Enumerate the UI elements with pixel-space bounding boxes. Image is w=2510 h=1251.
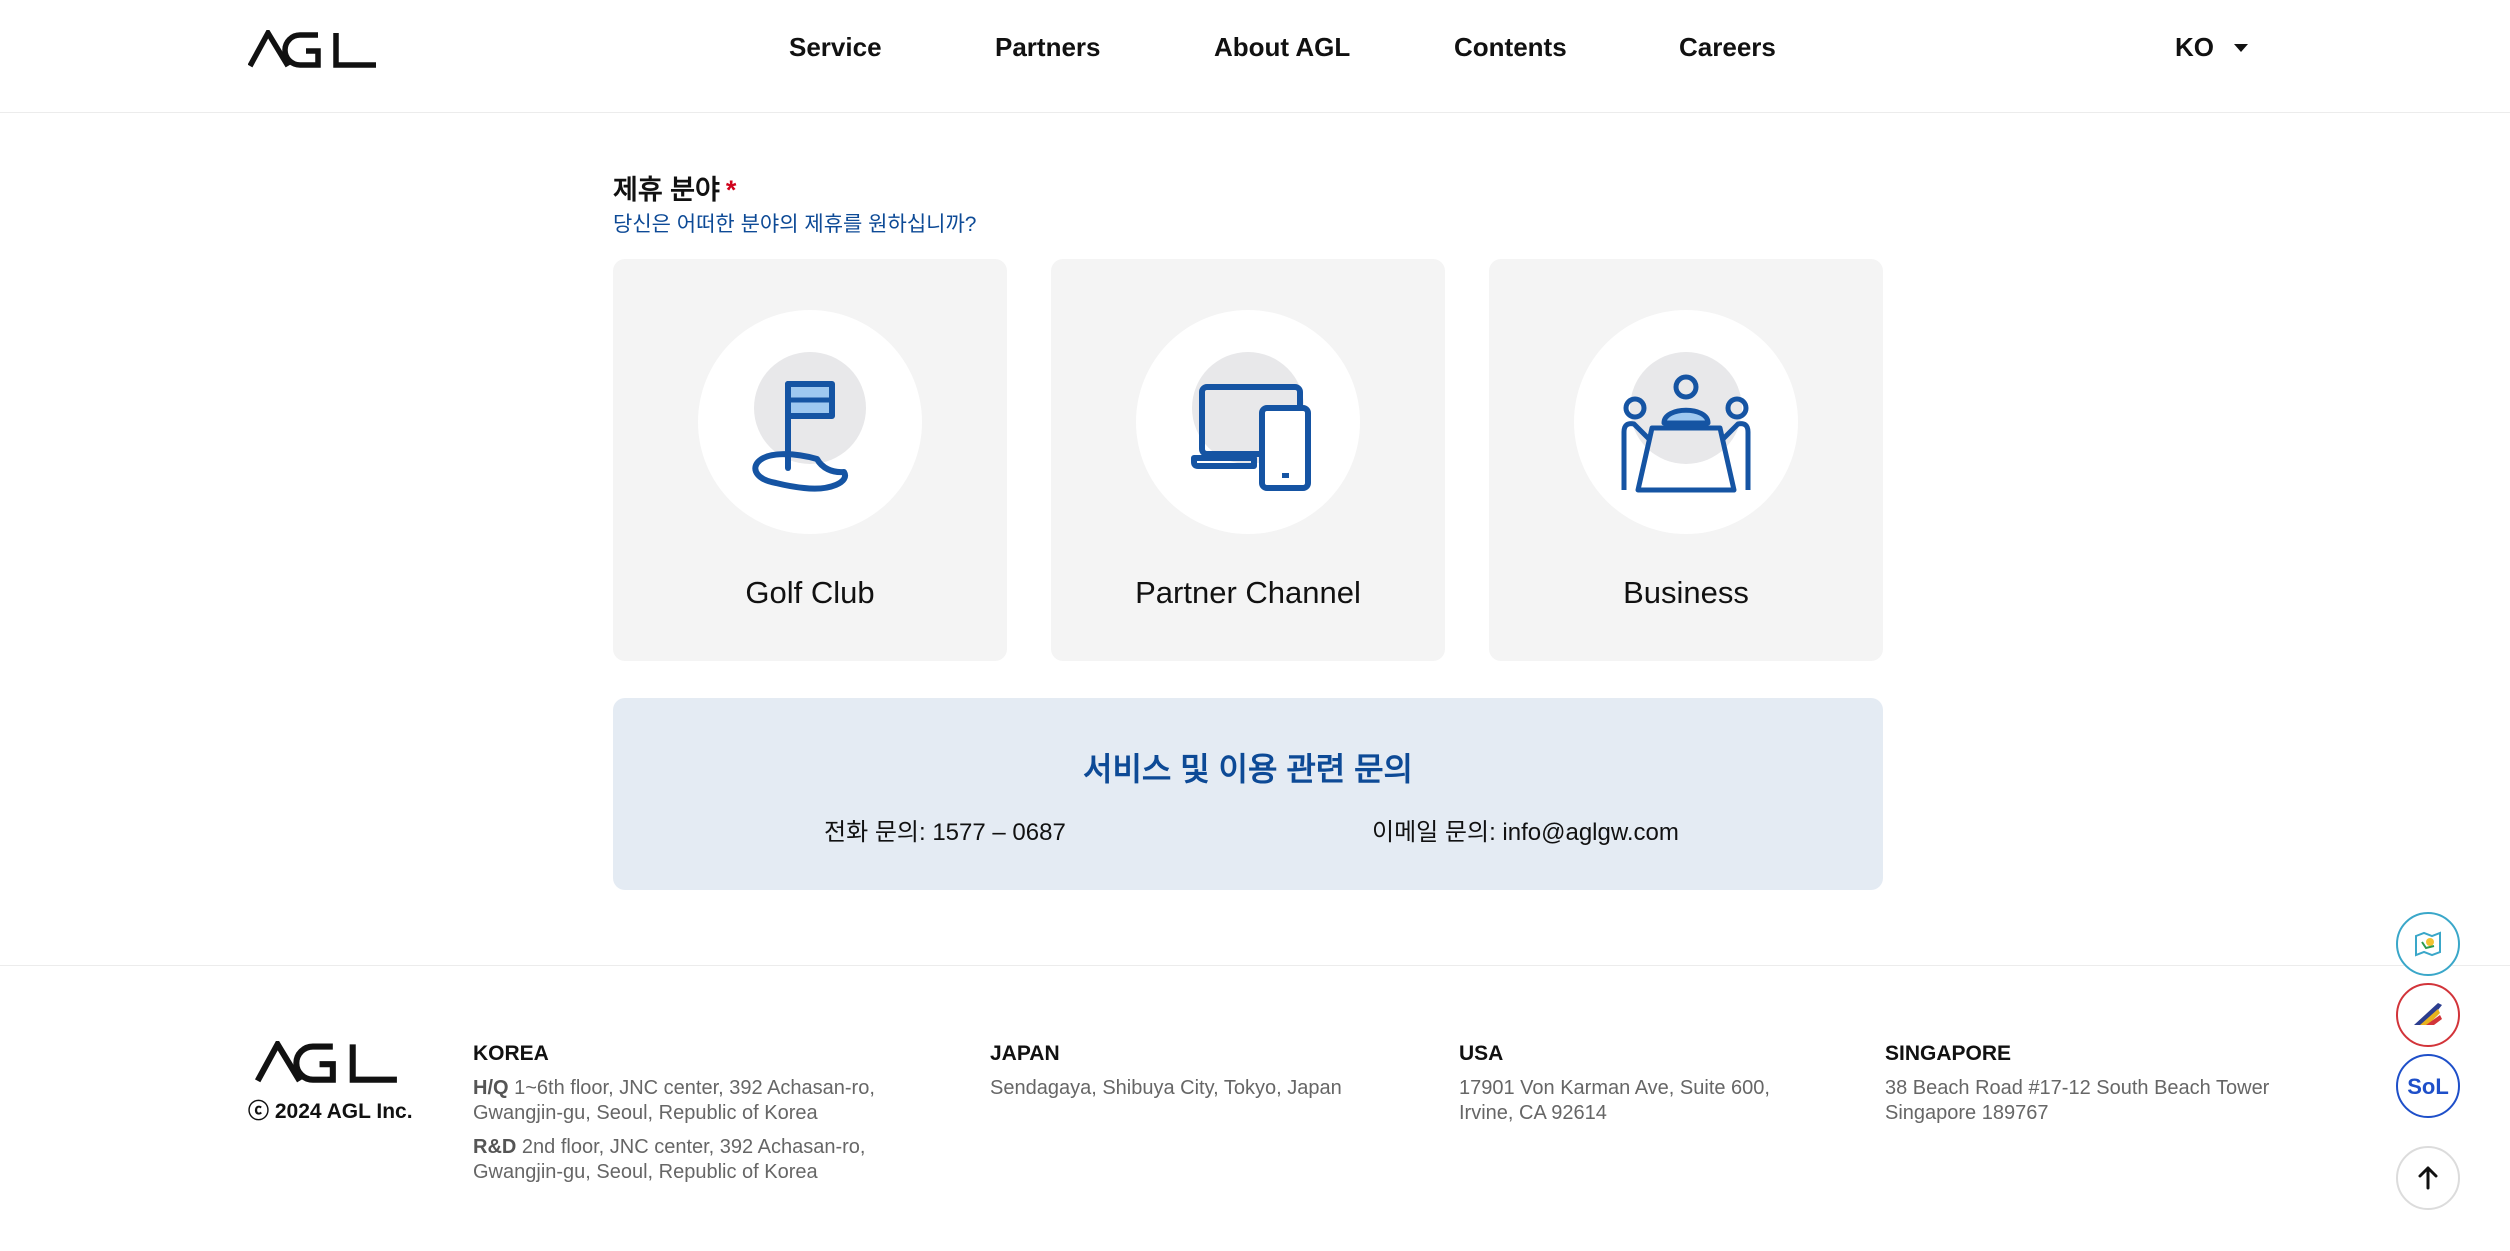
option-card-partner-channel[interactable]: Partner Channel	[1051, 259, 1445, 661]
address-line: 1~6th floor, JNC center, 392 Achasan-ro,	[514, 1077, 875, 1099]
meeting-icon	[1621, 374, 1751, 493]
icon-circle	[1136, 310, 1360, 534]
inquiry-title: 서비스 및 이용 관련 문의	[1083, 751, 1413, 787]
airline-button[interactable]	[2396, 983, 2460, 1047]
office-name: JAPAN	[990, 1042, 1060, 1065]
language-label: KO	[2175, 32, 2214, 62]
address-line: Irvine, CA 92614	[1459, 1102, 1607, 1124]
address-line: Gwangjin-gu, Seoul, Republic of Korea	[473, 1161, 818, 1183]
sol-button[interactable]: SoL	[2396, 1054, 2460, 1118]
office-address-hq: H/Q 1~6th floor, JNC center, 392 Achasan…	[473, 1076, 875, 1126]
phone-label: 전화 문의:	[824, 819, 926, 846]
office-name: USA	[1459, 1042, 1504, 1065]
nav-about[interactable]: About AGL	[1214, 32, 1350, 63]
email-label: 이메일 문의:	[1372, 819, 1496, 846]
option-card-business[interactable]: Business	[1489, 259, 1883, 661]
inquiry-phone: 전화 문의: 1577 – 0687	[824, 812, 1066, 847]
address-line: Gwangjin-gu, Seoul, Republic of Korea	[473, 1102, 818, 1124]
chevron-down-icon	[2234, 43, 2248, 52]
agl-logo[interactable]	[248, 30, 382, 68]
nav-partners[interactable]: Partners	[995, 32, 1101, 63]
golf-flag-icon	[752, 381, 848, 492]
phone-number-link[interactable]: 1577 – 0687	[932, 819, 1065, 846]
card-label: Partner Channel	[1135, 575, 1361, 610]
card-label: Business	[1623, 575, 1749, 610]
inquiry-email: 이메일 문의: info@aglgw.com	[1372, 812, 1679, 847]
devices-icon	[1191, 384, 1311, 491]
office-korea: KOREA H/Q 1~6th floor, JNC center, 392 A…	[473, 1041, 875, 1194]
footer-agl-logo	[254, 1041, 397, 1083]
nav-service[interactable]: Service	[789, 32, 882, 63]
map-icon	[2396, 912, 2460, 976]
address-tag: H/Q	[473, 1077, 509, 1099]
sol-icon-text: SoL	[2407, 1074, 2449, 1099]
office-name: SINGAPORE	[1885, 1042, 2012, 1065]
address-line: 38 Beach Road #17-12 South Beach Tower	[1885, 1077, 2270, 1099]
option-card-golf-club[interactable]: Golf Club	[613, 259, 1007, 661]
office-singapore: SINGAPORE 38 Beach Road #17-12 South Bea…	[1885, 1041, 2269, 1126]
address-tag: R&D	[473, 1136, 517, 1158]
address-line: 2nd floor, JNC center, 392 Achasan-ro,	[521, 1136, 866, 1158]
sol-icon: SoL	[2396, 1054, 2460, 1118]
office-japan: JAPAN Sendagaya, Shibuya City, Tokyo, Ja…	[990, 1041, 1342, 1101]
language-selector[interactable]: KO	[2175, 32, 2248, 63]
icon-circle	[1574, 310, 1798, 534]
office-name: KOREA	[473, 1042, 549, 1065]
airline-icon	[2396, 983, 2460, 1047]
address-line: Singapore 189767	[1885, 1102, 2049, 1124]
scroll-top-button[interactable]	[2396, 1146, 2460, 1210]
nav-contents[interactable]: Contents	[1454, 32, 1567, 63]
map-button[interactable]	[2396, 912, 2460, 976]
site-header: Service Partners About AGL Contents Care…	[0, 0, 2510, 113]
card-label: Golf Club	[745, 575, 875, 610]
address-line: Sendagaya, Shibuya City, Tokyo, Japan	[990, 1077, 1342, 1099]
field-subtitle: 당신은 어떠한 분야의 제휴를 원하십니까?	[613, 213, 977, 236]
footer-divider	[0, 965, 2510, 966]
office-address-rnd: R&D 2nd floor, JNC center, 392 Achasan-r…	[473, 1135, 875, 1185]
arrow-up-icon	[2396, 1146, 2460, 1210]
icon-circle	[698, 310, 922, 534]
email-link[interactable]: info@aglgw.com	[1502, 819, 1678, 846]
service-inquiry-box: 서비스 및 이용 관련 문의 전화 문의: 1577 – 0687 이메일 문의…	[613, 698, 1883, 890]
field-title-text: 제휴 분야	[613, 175, 720, 205]
required-mark: *	[725, 175, 737, 205]
nav-careers[interactable]: Careers	[1679, 32, 1776, 63]
office-usa: USA 17901 Von Karman Ave, Suite 600, Irv…	[1459, 1041, 1770, 1126]
copyright: ⓒ 2024 AGL Inc.	[248, 1100, 413, 1123]
field-title: 제휴 분야 *	[613, 168, 736, 207]
address-line: 17901 Von Karman Ave, Suite 600,	[1459, 1077, 1770, 1099]
